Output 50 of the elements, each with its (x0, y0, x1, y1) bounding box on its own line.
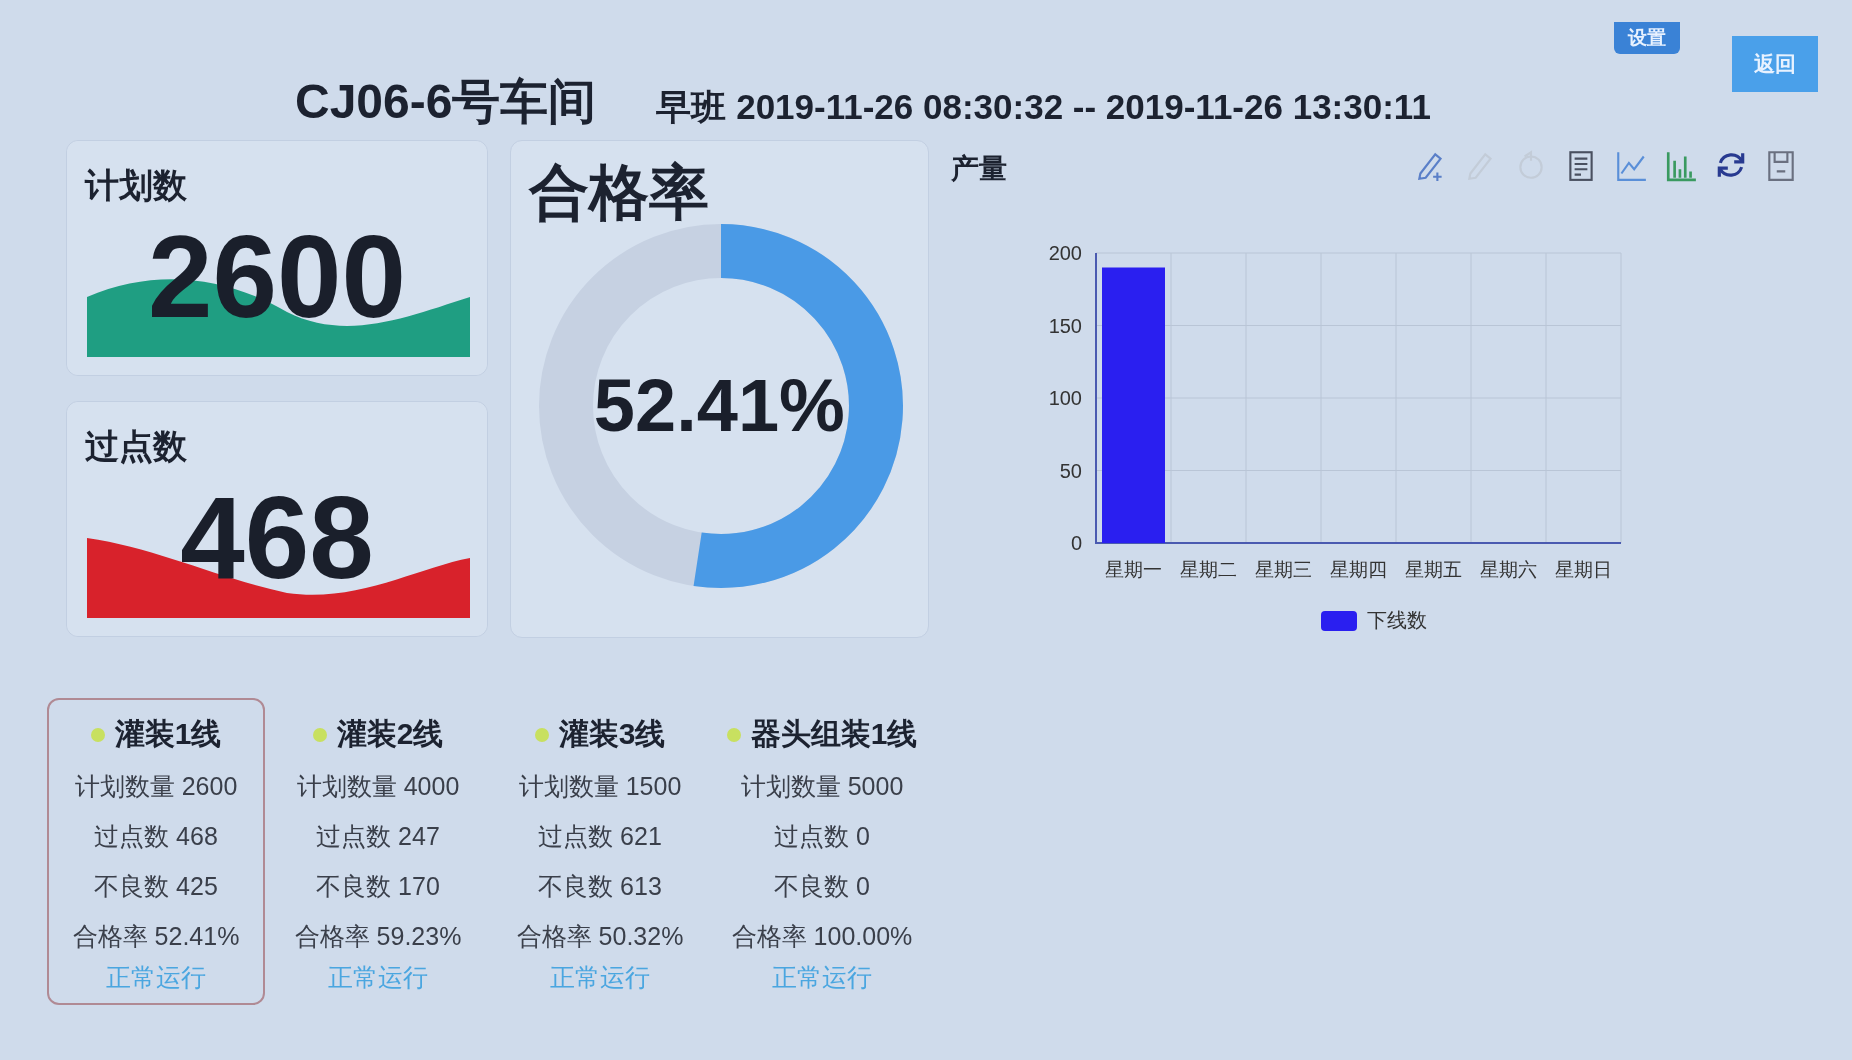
axis-tick-label: 100 (1048, 387, 1082, 409)
line-stat: 计划数量 5000 (740, 771, 904, 802)
line-stat: 不良数 0 (774, 871, 870, 902)
line-stat: 过点数 0 (774, 821, 870, 852)
stat-label: 过点数 (85, 426, 187, 467)
legend-label: 下线数 (1366, 608, 1427, 633)
line-stat: 不良数 425 (94, 871, 218, 902)
axis-category-label: 星期五 (1404, 559, 1462, 580)
shift-time-range: 早班 2019-11-26 08:30:32 -- 2019-11-26 13:30:11 (656, 86, 1431, 128)
chart-title: 产量 (950, 152, 1007, 186)
stat-value: 2600 (146, 219, 408, 335)
axis-category-label: 星期三 (1254, 559, 1312, 580)
line-stat: 计划数量 4000 (296, 771, 460, 802)
line-status: 正常运行 (106, 962, 206, 993)
axis-tick-label: 50 (1059, 459, 1082, 482)
line-stat: 计划数量 1500 (518, 771, 682, 802)
line-card[interactable]: 灌装3线 计划数量 1500 过点数 621 不良数 613 合格率 50.32% 正常运行 (491, 698, 709, 1005)
line-name: 器头组装1线 (750, 716, 918, 752)
axis-category-label: 星期四 (1329, 559, 1387, 580)
axis-category-label: 星期一 (1104, 559, 1162, 580)
pass-rate-title: 合格率 (529, 158, 709, 228)
line-name: 灌装3线 (558, 716, 666, 752)
line-stat: 过点数 468 (94, 821, 218, 852)
line-stat: 不良数 170 (316, 871, 440, 902)
line-card[interactable]: 灌装1线 计划数量 2600 过点数 468 不良数 425 合格率 52.41% 正常运行 (47, 698, 265, 1005)
pass-rate-value: 52.41% (592, 363, 846, 448)
axis-category-label: 星期六 (1479, 559, 1537, 580)
axis-tick-label: 150 (1048, 314, 1082, 337)
line-stat: 过点数 621 (538, 821, 662, 852)
line-stat: 合格率 50.32% (516, 921, 684, 952)
line-stat: 合格率 59.23% (294, 921, 462, 952)
axis-category-label: 星期日 (1554, 559, 1612, 580)
line-stat: 计划数量 2600 (74, 771, 238, 802)
line-status: 正常运行 (328, 962, 428, 993)
stat-label: 计划数 (85, 165, 187, 206)
axis-tick-label: 0 (1070, 532, 1082, 554)
line-status: 正常运行 (550, 962, 650, 993)
line-stat: 过点数 247 (316, 821, 440, 852)
line-stat: 合格率 100.00% (731, 921, 913, 952)
axis-tick-label: 200 (1048, 242, 1082, 264)
line-stat: 合格率 52.41% (72, 921, 240, 952)
workshop-title: CJ06-6号车间 (295, 74, 597, 130)
axis-category-label: 星期二 (1179, 559, 1237, 580)
line-stat: 不良数 613 (538, 871, 662, 902)
line-name: 灌装1线 (114, 716, 222, 752)
line-status: 正常运行 (772, 962, 872, 993)
line-name: 灌装2线 (336, 716, 444, 752)
stat-value: 468 (179, 480, 375, 596)
line-card[interactable]: 器头组装1线 计划数量 5000 过点数 0 不良数 0 合格率 100.00% 正常运行 (713, 698, 931, 1005)
line-card[interactable]: 灌装2线 计划数量 4000 过点数 247 不良数 170 合格率 59.23% 正常运行 (269, 698, 487, 1005)
